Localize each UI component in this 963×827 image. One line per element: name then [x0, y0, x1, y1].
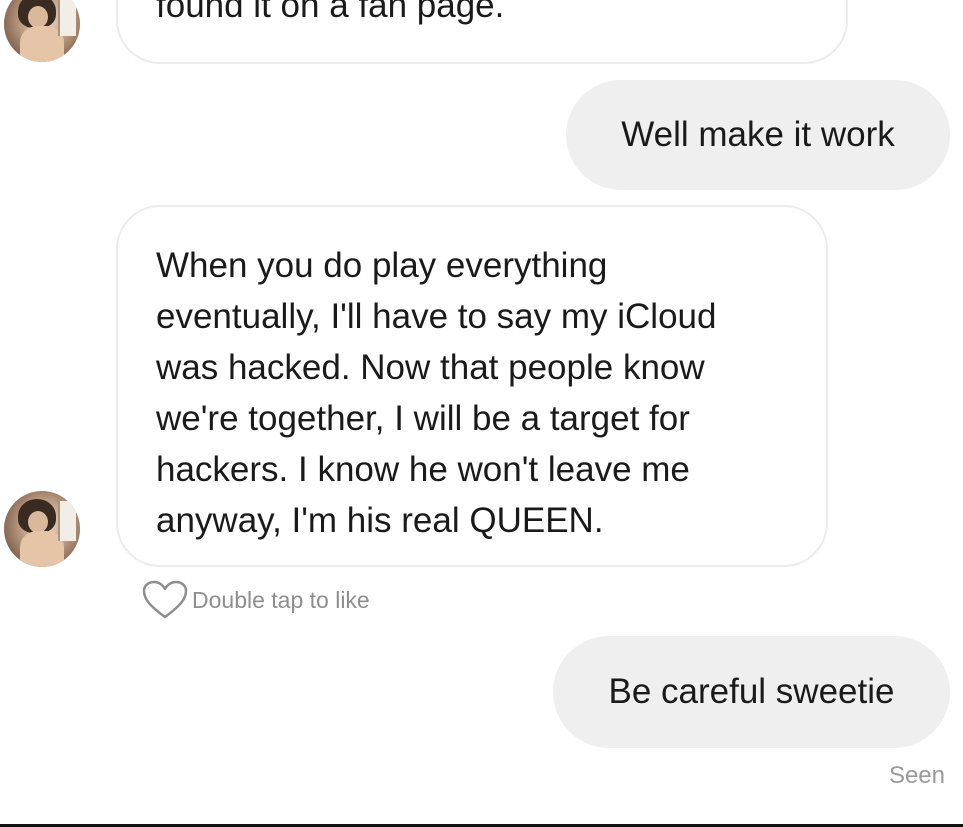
outgoing-message-bubble[interactable]: Be careful sweetie — [553, 636, 950, 748]
message-text: Be careful sweetie — [608, 672, 895, 711]
incoming-message-bubble[interactable]: found it on a fan page. — [116, 0, 848, 64]
heart-outline-icon[interactable] — [142, 580, 188, 620]
message-line: anyway, I'm his real QUEEN. — [156, 501, 604, 540]
message-line: was hacked. Now that people know — [156, 348, 705, 387]
message-text: Well make it work — [621, 115, 895, 154]
sender-avatar[interactable] — [4, 0, 80, 62]
message-text: found it on a fan page. — [156, 0, 505, 25]
incoming-message-bubble[interactable]: When you do play everything eventually, … — [116, 205, 828, 567]
double-tap-like-hint[interactable]: Double tap to like — [142, 580, 370, 620]
message-thread: found it on a fan page. Well make it wor… — [0, 0, 963, 827]
like-hint-label: Double tap to like — [192, 586, 370, 613]
message-line: When you do play everything — [156, 246, 608, 285]
outgoing-message-bubble[interactable]: Well make it work — [566, 80, 950, 190]
seen-status: Seen — [888, 762, 945, 789]
message-line: we're together, I will be a target for — [156, 399, 690, 438]
message-line: eventually, I'll have to say my iCloud — [156, 297, 717, 336]
sender-avatar[interactable] — [4, 491, 80, 567]
message-line: hackers. I know he won't leave me — [156, 450, 690, 489]
